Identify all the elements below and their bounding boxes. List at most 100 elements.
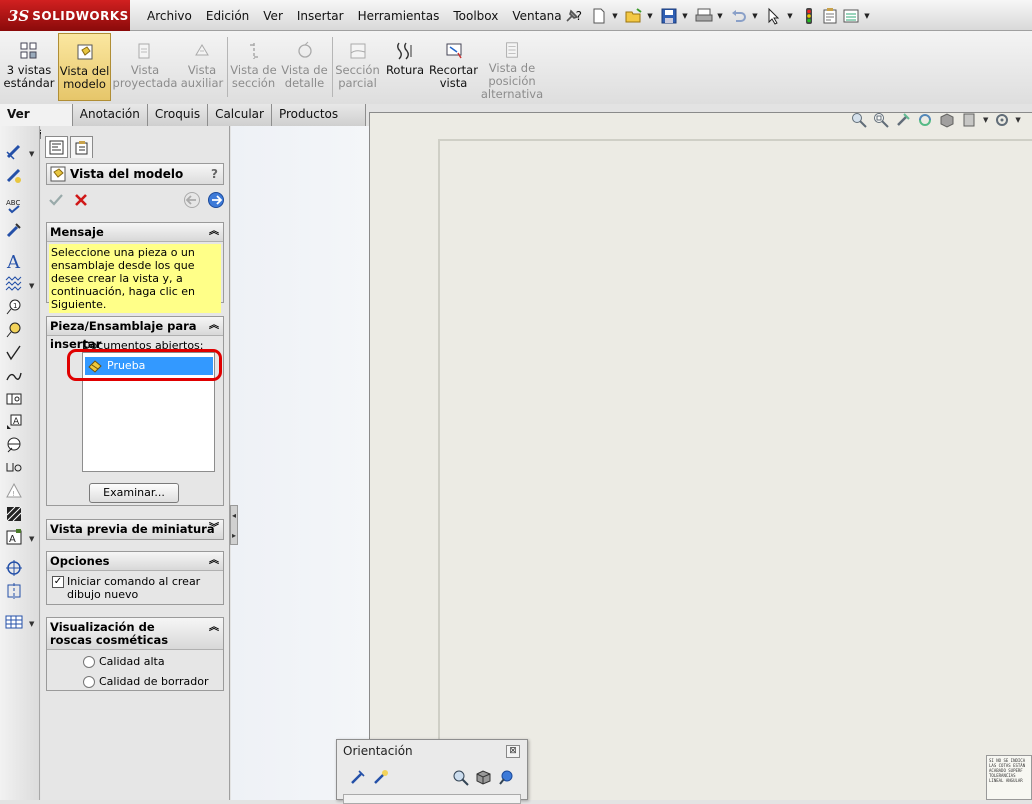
auto-balloon-icon[interactable]: [4, 320, 24, 340]
select-view-icon[interactable]: [496, 768, 516, 786]
undo-icon[interactable]: [729, 6, 749, 26]
orientation-views-list[interactable]: [343, 794, 521, 804]
options-icon[interactable]: [841, 6, 861, 26]
message-group-header[interactable]: Mensaje ︽: [47, 223, 223, 242]
spell-check-icon[interactable]: ABC: [4, 196, 24, 216]
options-dropdown-arrow[interactable]: ▼: [862, 6, 872, 26]
expand-chevron-icon[interactable]: ︾: [209, 520, 219, 538]
hide-show-icon[interactable]: [958, 111, 980, 129]
cmd-projected-view[interactable]: Vista proyectada: [113, 33, 177, 101]
center-mark-icon[interactable]: [4, 558, 24, 578]
datum-target-icon[interactable]: [4, 435, 24, 455]
area-hatch-icon[interactable]: [4, 504, 24, 524]
print-dropdown-arrow[interactable]: ▼: [715, 6, 725, 26]
tab-calcular[interactable]: Calcular: [208, 104, 272, 126]
cmd-section-view[interactable]: Vista de sección: [230, 33, 277, 101]
save-icon[interactable]: [659, 6, 679, 26]
close-button[interactable]: ⊠: [506, 745, 520, 758]
thumbnail-group-header[interactable]: Vista previa de miniatura ︾: [47, 520, 223, 539]
select-cursor-icon[interactable]: [764, 6, 784, 26]
collapse-chevron-icon[interactable]: ︽: [209, 621, 219, 634]
linear-note-pattern-icon[interactable]: [4, 274, 24, 294]
tab-productos-office[interactable]: Productos Office: [271, 104, 366, 142]
rebuild-icon[interactable]: [914, 111, 936, 129]
collapse-chevron-icon[interactable]: ︽: [209, 223, 219, 241]
dropdown-arrow[interactable]: ▼: [29, 535, 34, 543]
cmd-alternate-position-view[interactable]: Vista de posición alternativa: [481, 33, 543, 101]
menu-archivo[interactable]: Archivo: [140, 9, 199, 23]
revision-symbol-icon[interactable]: !: [4, 481, 24, 501]
options-group-header[interactable]: Opciones ︽: [47, 552, 223, 571]
note-icon[interactable]: A: [4, 251, 24, 271]
menu-ventana[interactable]: Ventana: [505, 9, 568, 23]
smart-dimension-icon[interactable]: [4, 142, 24, 162]
cmd-model-view[interactable]: Vista del modelo: [58, 33, 111, 101]
weld-symbol-icon[interactable]: [4, 366, 24, 386]
tab-anotacion[interactable]: Anotación: [72, 104, 148, 126]
surface-finish-icon[interactable]: [4, 343, 24, 363]
geometric-tolerance-icon[interactable]: [4, 389, 24, 409]
pin-icon[interactable]: [562, 6, 582, 26]
open-folder-icon[interactable]: [624, 6, 644, 26]
cmd-break[interactable]: Rotura: [383, 33, 427, 101]
menu-toolbox[interactable]: Toolbox: [446, 9, 505, 23]
dropdown-arrow[interactable]: ▼: [29, 150, 34, 158]
hole-callout-icon[interactable]: [4, 458, 24, 478]
dropdown-arrow[interactable]: ▼: [1015, 116, 1020, 124]
cosmetic-thread-group-header[interactable]: Visualización de roscas cosméticas ︽: [47, 618, 223, 650]
collapse-chevron-icon[interactable]: ︽: [209, 552, 219, 570]
property-manager-tab[interactable]: [70, 136, 93, 158]
zoom-to-fit-icon[interactable]: [848, 111, 870, 129]
model-items-icon[interactable]: [4, 166, 24, 186]
browse-button[interactable]: Examinar...: [89, 483, 179, 503]
start-command-checkbox[interactable]: ✓: [52, 576, 64, 588]
back-arrow-icon[interactable]: [183, 191, 201, 209]
tab-ver-diseno[interactable]: Ver diseño: [0, 104, 73, 142]
solidworks-logo[interactable]: 3S SOLIDWORKS: [0, 0, 130, 31]
datum-feature-icon[interactable]: A: [4, 412, 24, 432]
new-document-icon[interactable]: [589, 6, 609, 26]
tab-croquis[interactable]: Croquis: [147, 104, 209, 126]
dropdown-arrow[interactable]: ▼: [29, 620, 34, 628]
display-style-icon[interactable]: [936, 111, 958, 129]
menu-ver[interactable]: Ver: [256, 9, 290, 23]
print-icon[interactable]: [694, 6, 714, 26]
save-dropdown-arrow[interactable]: ▼: [680, 6, 690, 26]
cmd-crop-view[interactable]: Recortar vista: [429, 33, 478, 101]
undo-dropdown-arrow[interactable]: ▼: [750, 6, 760, 26]
ok-checkmark-icon[interactable]: [47, 191, 65, 209]
view-cube-icon[interactable]: [473, 768, 493, 786]
help-button[interactable]: ?: [211, 167, 218, 181]
new-view-icon[interactable]: [370, 768, 390, 786]
panel-collapse-handle[interactable]: ◂ ▸: [230, 505, 238, 545]
part-assembly-group-header[interactable]: Pieza/Ensamblaje para insertar ︽: [47, 317, 223, 351]
cmd-3-standard-views[interactable]: 3 vistas estándar: [4, 33, 55, 101]
zoom-to-area-icon[interactable]: [870, 111, 892, 129]
menu-edicion[interactable]: Edición: [199, 9, 256, 23]
dropdown-arrow[interactable]: ▼: [29, 282, 34, 290]
dropdown-arrow[interactable]: ▼: [983, 116, 988, 124]
rebuild-traffic-light-icon[interactable]: [799, 6, 819, 26]
draft-quality-radio[interactable]: [83, 676, 95, 688]
zoom-view-icon[interactable]: [450, 768, 470, 786]
menu-insertar[interactable]: Insertar: [290, 9, 351, 23]
select-dropdown-arrow[interactable]: ▼: [785, 6, 795, 26]
new-dropdown-arrow[interactable]: ▼: [610, 6, 620, 26]
next-arrow-icon[interactable]: [207, 191, 225, 209]
cmd-detail-view[interactable]: Vista de detalle: [281, 33, 328, 101]
open-dropdown-arrow[interactable]: ▼: [645, 6, 655, 26]
collapse-chevron-icon[interactable]: ︽: [209, 317, 219, 335]
cmd-auxiliary-view[interactable]: Vista auxiliar: [180, 33, 224, 101]
view-settings-icon[interactable]: [991, 111, 1013, 129]
file-properties-icon[interactable]: [820, 6, 840, 26]
cancel-x-icon[interactable]: [72, 191, 90, 209]
format-painter-icon[interactable]: [4, 220, 24, 240]
centerline-icon[interactable]: [4, 581, 24, 601]
block-icon[interactable]: A: [4, 527, 24, 547]
cmd-broken-out-section[interactable]: Sección parcial: [335, 33, 380, 101]
feature-manager-tab[interactable]: [45, 136, 68, 158]
table-icon[interactable]: [4, 612, 24, 632]
balloon-icon[interactable]: 1: [4, 297, 24, 317]
high-quality-radio[interactable]: [83, 656, 95, 668]
menu-herramientas[interactable]: Herramientas: [351, 9, 447, 23]
